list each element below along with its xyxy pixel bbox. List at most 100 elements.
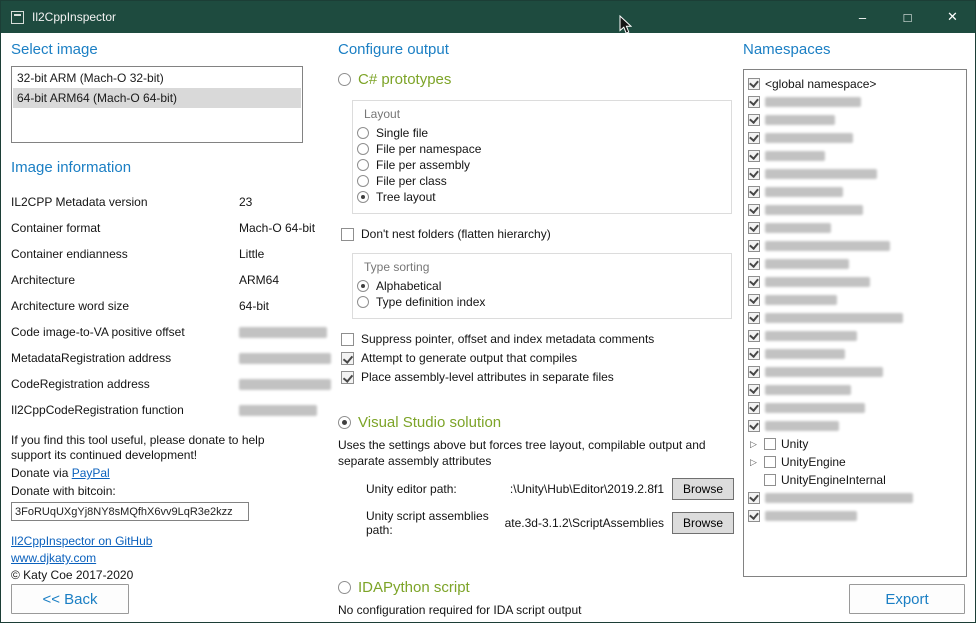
checkbox[interactable] (748, 150, 760, 162)
namespace-item[interactable] (748, 147, 962, 165)
info-value (239, 319, 331, 345)
radio-option[interactable]: File per class (357, 173, 723, 189)
checkbox[interactable] (748, 96, 760, 108)
visual-studio-option[interactable]: Visual Studio solution (338, 414, 734, 431)
browse-button[interactable]: Browse (672, 478, 734, 500)
checkbox[interactable] (764, 456, 776, 468)
radio-option[interactable]: Type definition index (357, 294, 723, 310)
namespace-item[interactable] (748, 201, 962, 219)
checkbox[interactable] (748, 348, 760, 360)
export-button[interactable]: Export (849, 584, 965, 614)
namespace-item[interactable] (748, 309, 962, 327)
radio-button[interactable] (357, 280, 369, 292)
checkbox[interactable] (748, 330, 760, 342)
checkbox[interactable] (764, 474, 776, 486)
namespace-item[interactable] (748, 345, 962, 363)
checkbox[interactable] (748, 168, 760, 180)
namespace-list[interactable]: <global namespace> ▷Unity▷UnityEngineUnit… (743, 69, 967, 577)
namespace-item[interactable]: <global namespace> (748, 75, 962, 93)
checkbox[interactable] (748, 222, 760, 234)
namespace-item[interactable] (748, 489, 962, 507)
namespace-item[interactable] (748, 327, 962, 345)
checkbox[interactable] (764, 438, 776, 450)
radio-option[interactable]: Tree layout (357, 189, 723, 205)
back-button[interactable]: << Back (11, 584, 129, 614)
checkbox-option[interactable]: Suppress pointer, offset and index metad… (341, 332, 734, 346)
radio-button[interactable] (357, 296, 369, 308)
image-list-item[interactable]: 64-bit ARM64 (Mach-O 64-bit) (13, 88, 301, 108)
radio-button[interactable] (357, 175, 369, 187)
namespace-item[interactable] (748, 183, 962, 201)
close-button[interactable]: ✕ (930, 1, 975, 33)
info-value: ARM64 (239, 267, 331, 293)
redacted-namespace (765, 421, 839, 431)
namespace-item[interactable] (748, 399, 962, 417)
namespace-item[interactable] (748, 273, 962, 291)
namespace-item[interactable] (748, 93, 962, 111)
namespace-item[interactable] (748, 417, 962, 435)
namespace-item[interactable] (748, 111, 962, 129)
maximize-button[interactable]: □ (885, 1, 930, 33)
browse-button[interactable]: Browse (672, 512, 734, 534)
website-link[interactable]: www.djkaty.com (11, 551, 96, 565)
image-list[interactable]: 32-bit ARM (Mach-O 32-bit)64-bit ARM64 (… (11, 66, 303, 143)
redacted-namespace (765, 331, 857, 341)
namespace-item[interactable] (748, 363, 962, 381)
radio-button[interactable] (357, 191, 369, 203)
radio-button[interactable] (338, 73, 351, 86)
checkbox[interactable] (748, 510, 760, 522)
checkbox[interactable] (748, 294, 760, 306)
checkbox[interactable] (748, 114, 760, 126)
checkbox-option[interactable]: Attempt to generate output that compiles (341, 351, 734, 365)
bitcoin-address-input[interactable] (11, 502, 249, 521)
expander-icon[interactable]: ▷ (748, 457, 759, 468)
namespace-item[interactable] (748, 129, 962, 147)
checkbox[interactable] (748, 366, 760, 378)
radio-button[interactable] (338, 581, 351, 594)
radio-option[interactable]: File per namespace (357, 141, 723, 157)
github-link[interactable]: Il2CppInspector on GitHub (11, 534, 152, 548)
image-list-item[interactable]: 32-bit ARM (Mach-O 32-bit) (13, 68, 301, 88)
checkbox[interactable] (341, 228, 354, 241)
idapython-option[interactable]: IDAPython script (338, 579, 734, 596)
checkbox[interactable] (341, 371, 354, 384)
namespace-item[interactable] (748, 381, 962, 399)
checkbox[interactable] (748, 492, 760, 504)
csharp-prototypes-option[interactable]: C# prototypes (338, 71, 734, 88)
radio-button[interactable] (357, 127, 369, 139)
namespace-item[interactable]: ▷UnityEngine (748, 453, 962, 471)
checkbox[interactable] (748, 402, 760, 414)
checkbox[interactable] (748, 78, 760, 90)
checkbox[interactable] (748, 258, 760, 270)
radio-option[interactable]: File per assembly (357, 157, 723, 173)
namespaces-heading: Namespaces (743, 41, 967, 59)
checkbox[interactable] (748, 186, 760, 198)
checkbox[interactable] (341, 333, 354, 346)
radio-option[interactable]: Alphabetical (357, 278, 723, 294)
checkbox[interactable] (748, 312, 760, 324)
checkbox[interactable] (748, 132, 760, 144)
namespace-item[interactable] (748, 291, 962, 309)
expander-icon[interactable]: ▷ (748, 439, 759, 450)
namespace-item[interactable] (748, 507, 962, 525)
paypal-link[interactable]: PayPal (72, 466, 110, 480)
radio-option[interactable]: Single file (357, 125, 723, 141)
radio-button[interactable] (338, 416, 351, 429)
checkbox-option[interactable]: Place assembly-level attributes in separ… (341, 370, 734, 384)
checkbox[interactable] (748, 240, 760, 252)
checkbox[interactable] (341, 352, 354, 365)
radio-button[interactable] (357, 143, 369, 155)
namespace-item[interactable] (748, 165, 962, 183)
namespace-item[interactable] (748, 219, 962, 237)
namespace-item[interactable]: UnityEngineInternal (748, 471, 962, 489)
checkbox[interactable] (748, 384, 760, 396)
flatten-checkbox-option[interactable]: Don't nest folders (flatten hierarchy) (341, 227, 734, 241)
checkbox[interactable] (748, 420, 760, 432)
checkbox[interactable] (748, 204, 760, 216)
radio-button[interactable] (357, 159, 369, 171)
namespace-item[interactable] (748, 237, 962, 255)
checkbox[interactable] (748, 276, 760, 288)
minimize-button[interactable]: – (840, 1, 885, 33)
namespace-item[interactable] (748, 255, 962, 273)
namespace-item[interactable]: ▷Unity (748, 435, 962, 453)
